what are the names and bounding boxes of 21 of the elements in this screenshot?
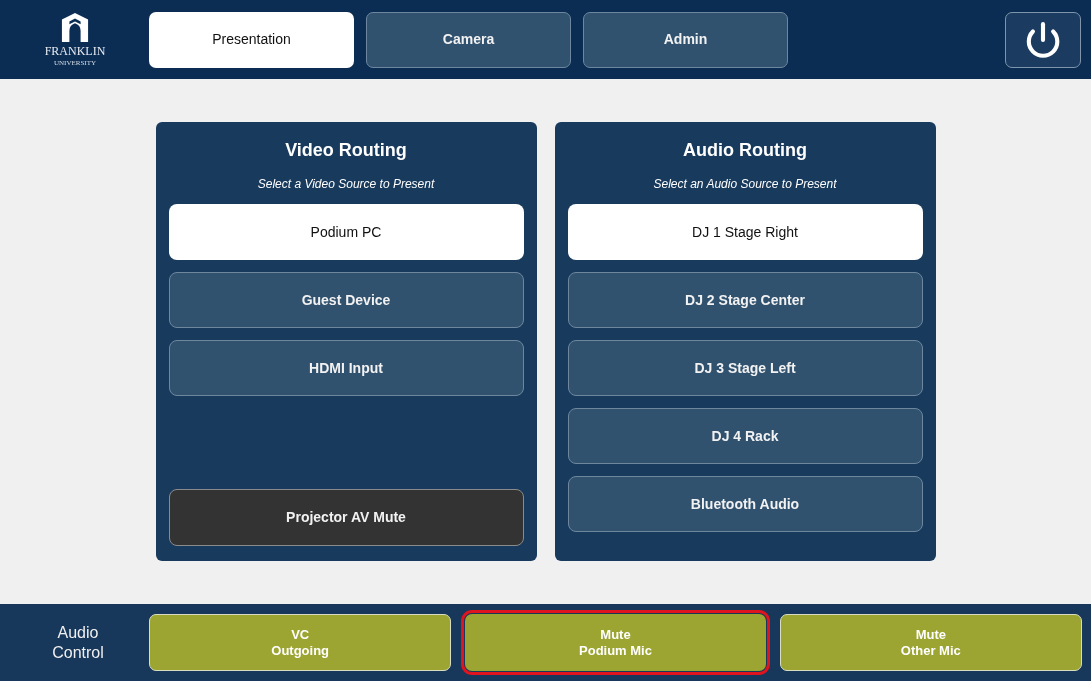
panel-title: Video Routing bbox=[285, 139, 407, 162]
nav-tab[interactable]: Camera bbox=[366, 11, 571, 68]
source-button[interactable]: DJ 1 Stage Right bbox=[567, 204, 923, 260]
source-button[interactable]: DJ 3 Stage Left bbox=[567, 340, 923, 396]
power-icon bbox=[1024, 20, 1062, 59]
logo-icon bbox=[61, 12, 89, 42]
nav-tab[interactable]: Presentation bbox=[149, 11, 354, 68]
panel-title: Audio Routing bbox=[683, 139, 807, 162]
mute-button[interactable]: Projector AV Mute bbox=[168, 489, 524, 546]
panel-subtitle: Select a Video Source to Present bbox=[257, 176, 435, 192]
power-button[interactable] bbox=[1005, 11, 1081, 68]
nav-tab[interactable]: Admin bbox=[583, 11, 788, 68]
audio-control-label: Audio Control bbox=[51, 622, 105, 663]
source-button[interactable]: DJ 2 Stage Center bbox=[567, 272, 923, 328]
source-button[interactable]: Podium PC bbox=[168, 204, 524, 260]
logo-wordmark: FRANKLIN bbox=[44, 45, 106, 57]
source-button[interactable]: Bluetooth Audio bbox=[567, 476, 923, 532]
source-button[interactable]: DJ 4 Rack bbox=[567, 408, 923, 464]
source-button[interactable]: Guest Device bbox=[168, 272, 524, 328]
panel-subtitle: Select an Audio Source to Present bbox=[653, 176, 837, 192]
source-button[interactable]: HDMI Input bbox=[168, 340, 524, 396]
